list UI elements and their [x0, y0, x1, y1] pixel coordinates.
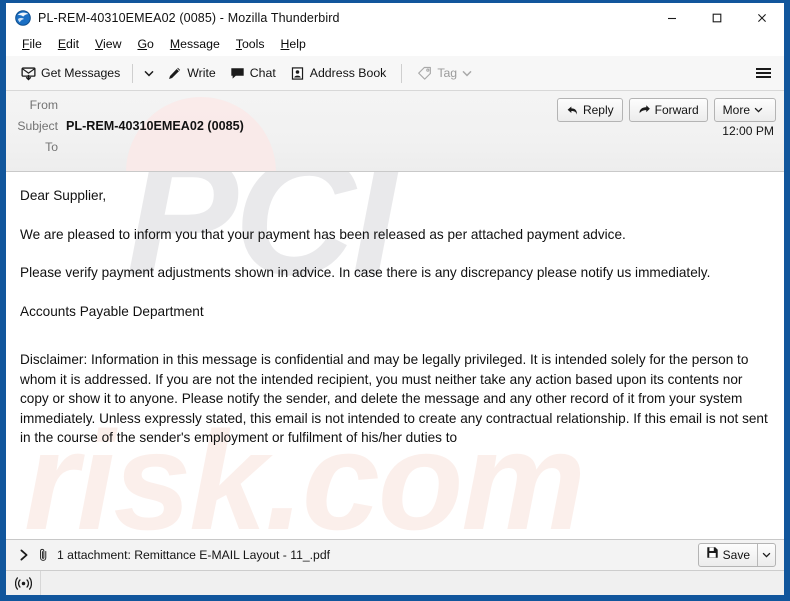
- save-attachment-button[interactable]: Save: [697, 543, 776, 567]
- more-label: More: [722, 103, 750, 117]
- attachment-bar: 1 attachment: Remittance E-MAIL Layout -…: [6, 539, 784, 570]
- chevron-down-icon: [754, 107, 767, 113]
- window-controls: [649, 3, 784, 33]
- save-label: Save: [722, 548, 750, 562]
- menu-edit[interactable]: Edit: [50, 33, 87, 56]
- forward-label: Forward: [654, 103, 699, 117]
- menu-go[interactable]: Go: [129, 33, 161, 56]
- title-bar: PL-REM-40310EMEA02 (0085) - Mozilla Thun…: [6, 3, 784, 33]
- body-disclaimer: Disclaimer: Information in this message …: [20, 352, 768, 446]
- message-date: 12:00 PM: [722, 124, 774, 138]
- tag-dropdown-icon[interactable]: [462, 70, 472, 77]
- address-book-button[interactable]: Address Book: [283, 60, 394, 86]
- menu-help[interactable]: Help: [273, 33, 314, 56]
- save-icon: [706, 546, 719, 564]
- message-text: Dear Supplier, We are pleased to inform …: [20, 186, 770, 448]
- main-toolbar: Get Messages Write Chat Address Book Tag: [6, 56, 784, 91]
- menu-tools[interactable]: Tools: [228, 33, 273, 56]
- download-mail-icon: [21, 66, 36, 81]
- from-label: From: [29, 98, 58, 112]
- body-paragraph-2: Please verify payment adjustments shown …: [20, 265, 711, 280]
- chat-label: Chat: [249, 66, 276, 80]
- save-main-action[interactable]: Save: [699, 544, 757, 566]
- tag-icon: [417, 66, 432, 81]
- menu-view[interactable]: View: [87, 33, 129, 56]
- reply-label: Reply: [582, 103, 614, 117]
- broadcast-icon[interactable]: [6, 571, 41, 595]
- save-dropdown-button[interactable]: [758, 544, 775, 566]
- header-row-to: To: [6, 139, 784, 160]
- status-bar: [6, 570, 784, 595]
- chevron-right-icon[interactable]: [16, 549, 32, 561]
- menu-bar: File Edit View Go Message Tools Help: [6, 33, 784, 56]
- forward-button[interactable]: Forward: [628, 98, 708, 122]
- get-messages-label: Get Messages: [41, 66, 121, 80]
- tag-button[interactable]: Tag: [410, 60, 479, 86]
- attachment-label: 1 attachment: Remittance E-MAIL Layout -…: [57, 548, 331, 562]
- subject-label: Subject: [17, 119, 58, 133]
- reply-button[interactable]: Reply: [556, 98, 623, 122]
- window-title: PL-REM-40310EMEA02 (0085) - Mozilla Thun…: [38, 11, 340, 25]
- chat-bubble-icon: [230, 66, 245, 81]
- thunderbird-icon: [15, 10, 31, 26]
- body-paragraph-signature: Accounts Payable Department: [20, 303, 204, 319]
- minimize-button[interactable]: [649, 3, 694, 33]
- toolbar-separator-2: [401, 63, 403, 83]
- address-book-label: Address Book: [309, 66, 387, 80]
- body-paragraph-greeting: Dear Supplier,: [20, 188, 107, 203]
- message-actions: Reply Forward More: [556, 98, 776, 122]
- write-label: Write: [187, 66, 216, 80]
- maximize-button[interactable]: [694, 3, 739, 33]
- get-messages-dropdown[interactable]: [138, 60, 160, 86]
- more-button[interactable]: More: [713, 98, 776, 122]
- get-messages-button[interactable]: Get Messages: [14, 60, 127, 86]
- menu-file[interactable]: File: [14, 33, 50, 56]
- to-label: To: [45, 140, 58, 154]
- message-header: Reply Forward More 12:00 PM From Subject…: [6, 91, 784, 172]
- subject-value: PL-REM-40310EMEA02 (0085): [66, 119, 244, 133]
- paperclip-icon: [37, 548, 50, 562]
- close-button[interactable]: [739, 3, 784, 33]
- thunderbird-window: PL-REM-40310EMEA02 (0085) - Mozilla Thun…: [0, 0, 790, 601]
- address-book-icon: [290, 66, 305, 81]
- toolbar-separator-1: [132, 63, 134, 83]
- write-button[interactable]: Write: [160, 60, 222, 86]
- app-menu-button[interactable]: [748, 60, 778, 86]
- chat-button[interactable]: Chat: [223, 60, 283, 86]
- message-body: PCI risk.com Dear Supplier, We are pleas…: [6, 172, 784, 539]
- tag-label: Tag: [437, 66, 458, 80]
- menu-message[interactable]: Message: [162, 33, 228, 56]
- body-paragraph-1: We are pleased to inform you that your p…: [20, 226, 626, 242]
- pencil-icon: [167, 66, 182, 81]
